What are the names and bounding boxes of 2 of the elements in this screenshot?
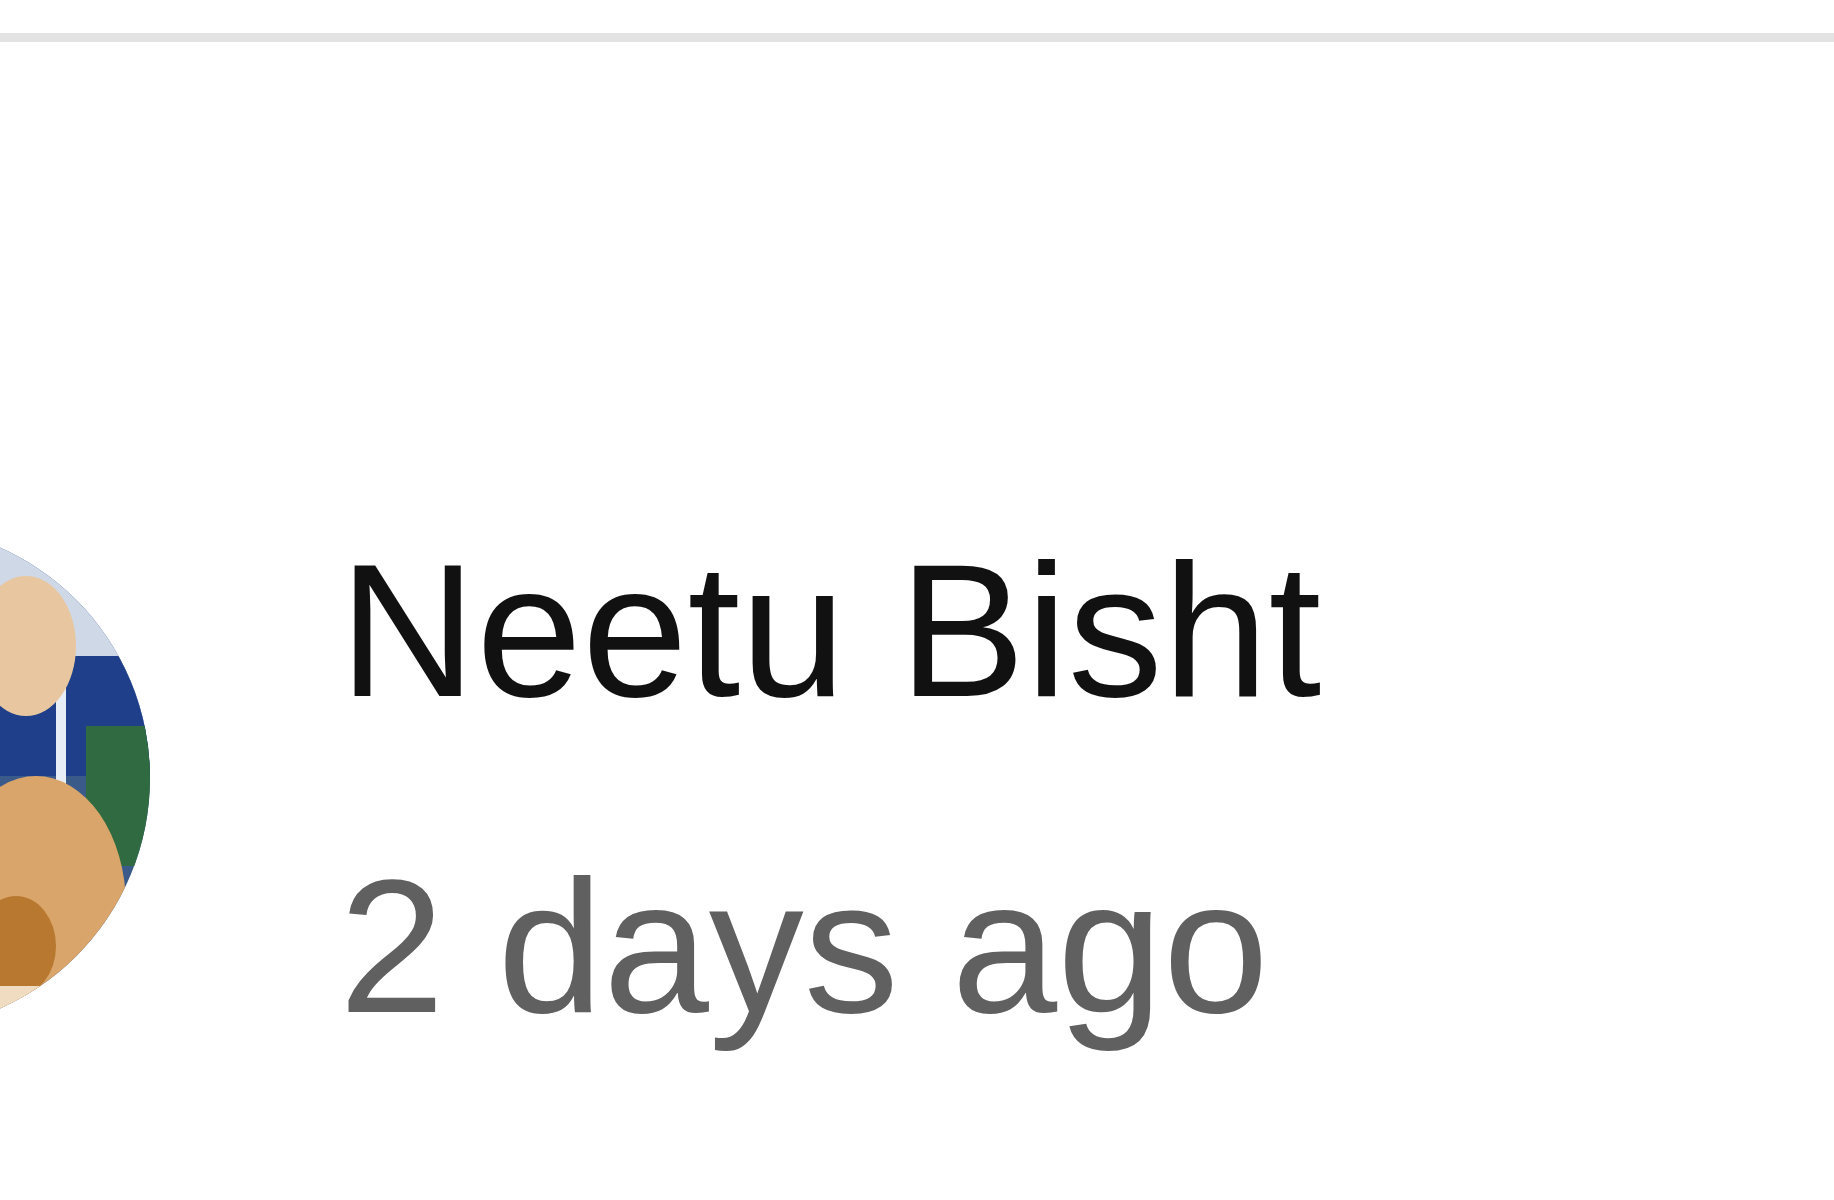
author-name: Neetu Bisht (339, 535, 1322, 725)
timestamp: 2 days ago (339, 839, 1269, 1054)
